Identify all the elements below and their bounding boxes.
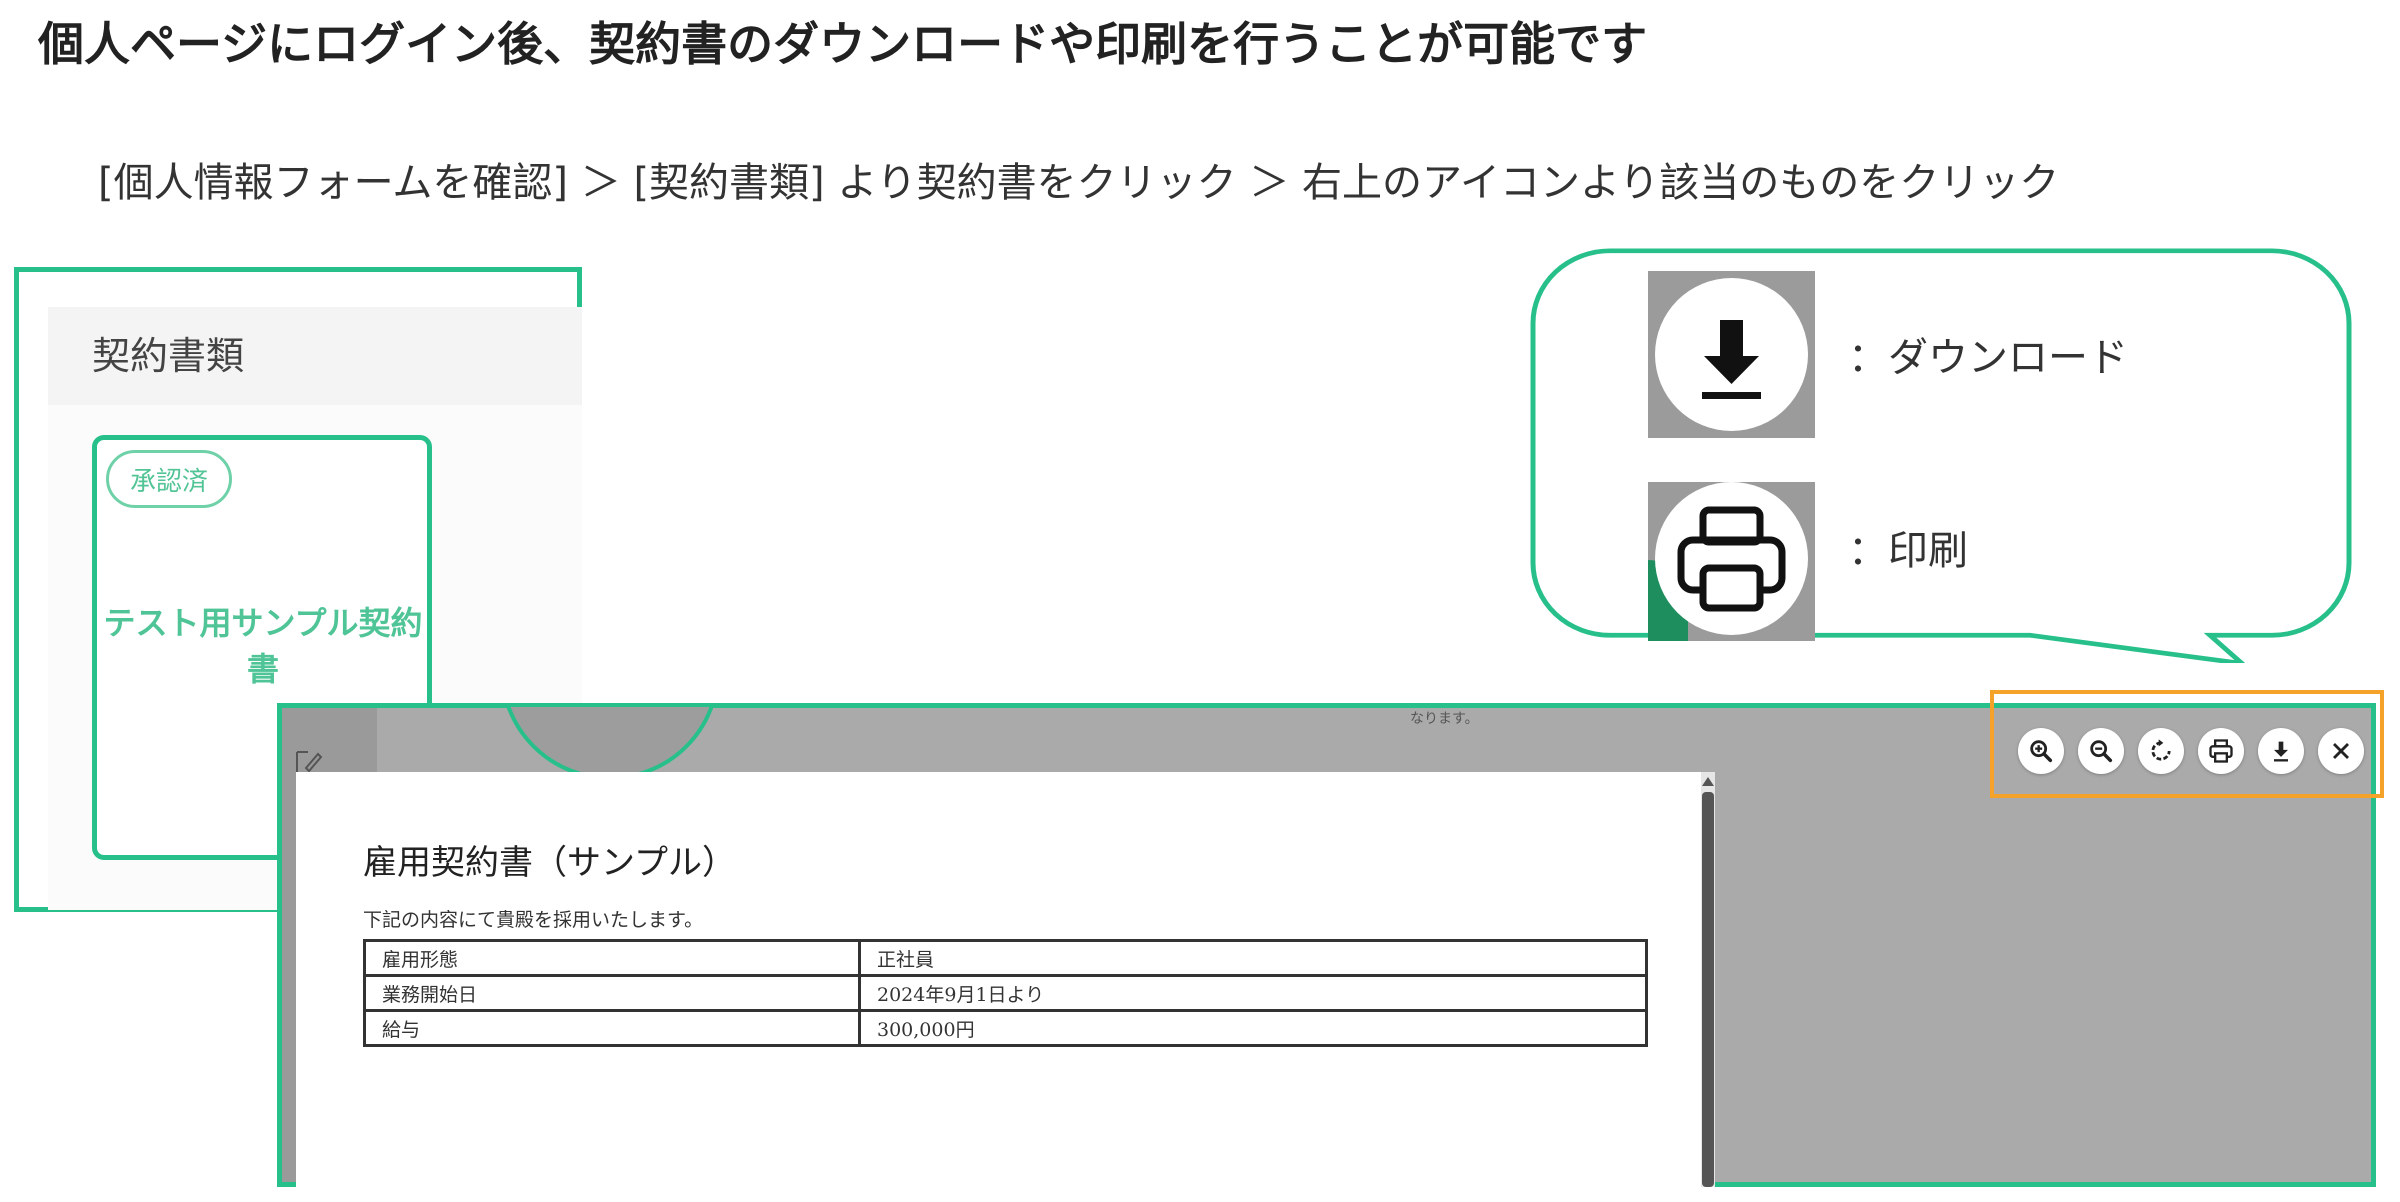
- document-intro: 下記の内容にて貴殿を採用いたします。: [363, 909, 704, 931]
- print-button[interactable]: [2198, 728, 2244, 774]
- printer-icon: [1677, 506, 1786, 612]
- close-icon: [2333, 743, 2349, 759]
- table-cell-label: 雇用形態: [363, 939, 861, 977]
- table-row: 雇用形態 正社員: [363, 939, 1648, 977]
- download-button[interactable]: [2258, 728, 2304, 774]
- zoom-in-button[interactable]: [2018, 728, 2064, 774]
- rotate-icon: [2151, 739, 2171, 761]
- table-cell-value: 300,000円: [858, 1009, 1648, 1047]
- legend-print-circle: [1655, 482, 1808, 635]
- download-icon: [1702, 320, 1761, 399]
- viewer-background-note: なります。: [1410, 711, 1479, 727]
- legend-download-circle: [1655, 278, 1808, 431]
- page-headline: 個人ページにログイン後、契約書のダウンロードや印刷を行うことが可能です: [38, 17, 1648, 71]
- status-badge: 承認済: [106, 450, 232, 508]
- contract-panel-title: 契約書類: [92, 334, 245, 378]
- legend-print-label: ：印刷: [1848, 528, 1968, 574]
- zoom-in-icon: [2030, 740, 2053, 763]
- table-row: 給与 300,000円: [363, 1009, 1648, 1047]
- table-cell-label: 業務開始日: [363, 974, 861, 1012]
- printer-icon: [2209, 739, 2233, 763]
- document-title: 雇用契約書（サンプル）: [363, 843, 736, 883]
- legend-download-label: ：ダウンロード: [1848, 335, 2128, 381]
- rotate-button[interactable]: [2138, 728, 2184, 774]
- contract-card-name[interactable]: テスト用サンプル契約書: [98, 600, 428, 692]
- table-cell-value: 正社員: [858, 939, 1648, 977]
- download-icon: [2274, 741, 2288, 762]
- table-row: 業務開始日 2024年9月1日より: [363, 974, 1648, 1012]
- close-button[interactable]: [2318, 728, 2364, 774]
- zoom-out-icon: [2090, 740, 2113, 763]
- table-cell-value: 2024年9月1日より: [858, 974, 1648, 1012]
- document-scrollbar-thumb[interactable]: [1702, 792, 1714, 1187]
- document-table: 雇用形態 正社員 業務開始日 2024年9月1日より 給与 300,000円: [363, 939, 1648, 1047]
- instruction-text: [個人情報フォームを確認] ＞ [契約書類] より契約書をクリック ＞ 右上のア…: [98, 160, 2060, 206]
- viewer-toolbar: [2018, 728, 2364, 774]
- scroll-up-arrow-icon[interactable]: [1700, 774, 1716, 788]
- zoom-out-button[interactable]: [2078, 728, 2124, 774]
- table-cell-label: 給与: [363, 1009, 861, 1047]
